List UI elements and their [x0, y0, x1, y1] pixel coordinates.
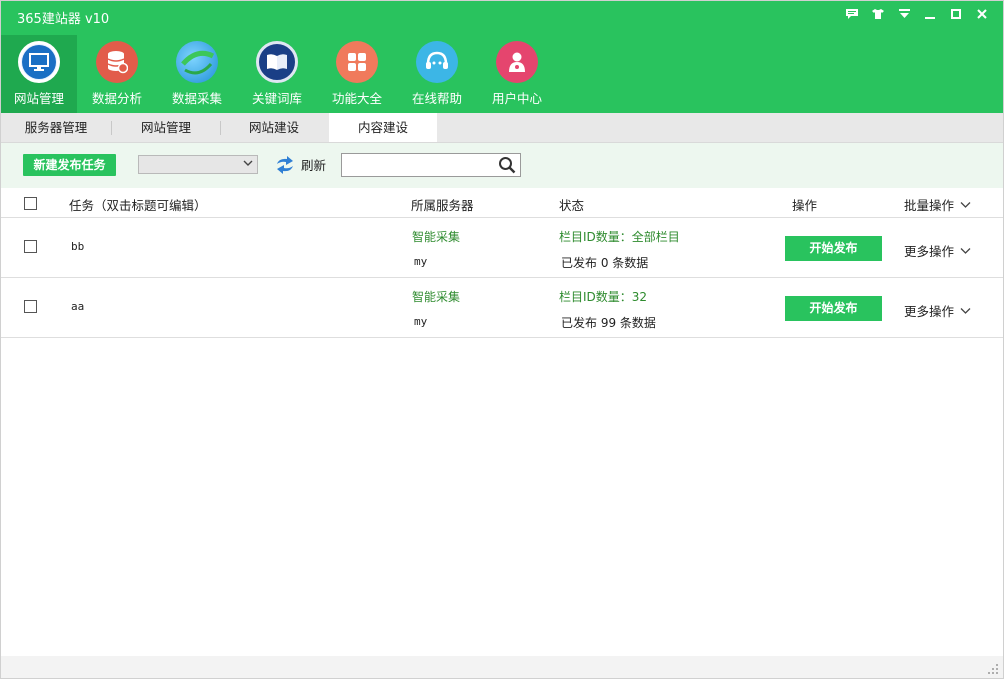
- grid-icon: [336, 41, 378, 83]
- table-row: aa 智能采集 my 栏目ID数量：32 已发布 99 条数据 开始发布 更多操…: [1, 278, 1003, 338]
- server-type: 智能采集: [412, 290, 461, 304]
- chevron-down-icon: [960, 201, 971, 208]
- monitor-icon: [18, 41, 60, 83]
- resize-grip-icon[interactable]: [987, 663, 999, 675]
- nav-label: 数据分析: [91, 91, 142, 106]
- sub-tabs: 服务器管理 网站管理 网站建设 内容建设: [1, 113, 1003, 143]
- refresh-button[interactable]: 刷新: [275, 155, 326, 174]
- app-title: 365建站器 v10: [17, 12, 110, 27]
- feedback-icon[interactable]: [839, 5, 865, 23]
- nav-label: 数据采集: [171, 91, 222, 106]
- start-publish-button[interactable]: 开始发布: [785, 236, 882, 261]
- chevron-down-icon: [960, 307, 971, 314]
- column-header-server: 所属服务器: [411, 198, 474, 213]
- tab-content-building[interactable]: 内容建设: [329, 113, 437, 142]
- status-bar: [1, 656, 1003, 678]
- batch-operation-label: 批量操作: [904, 198, 955, 213]
- maximize-icon[interactable]: [943, 5, 969, 23]
- globe-icon: [176, 41, 218, 83]
- database-icon: [96, 41, 138, 83]
- more-operations-label: 更多操作: [904, 244, 955, 259]
- column-header-status: 状态: [559, 198, 585, 213]
- more-operations-dropdown[interactable]: 更多操作: [904, 241, 971, 260]
- server-name: my: [414, 255, 428, 268]
- task-title[interactable]: aa: [71, 300, 84, 313]
- nav-item-user-center[interactable]: 用户中心: [477, 35, 557, 113]
- refresh-icon: [277, 155, 293, 174]
- search-icon[interactable]: [498, 156, 516, 177]
- status-published-count: 已发布 99 条数据: [561, 316, 656, 330]
- server-type: 智能采集: [412, 230, 461, 244]
- window-controls: [839, 5, 995, 23]
- nav-item-features[interactable]: 功能大全: [317, 35, 397, 113]
- nav-item-site-management[interactable]: 网站管理: [1, 35, 77, 113]
- nav-item-data-collection[interactable]: 数据采集: [157, 35, 237, 113]
- tab-server-management[interactable]: 服务器管理: [1, 113, 111, 143]
- select-all-checkbox[interactable]: [24, 197, 37, 210]
- skin-icon[interactable]: [865, 5, 891, 23]
- nav-item-online-help[interactable]: 在线帮助: [397, 35, 477, 113]
- close-icon[interactable]: [969, 5, 995, 23]
- status-column-count: 栏目ID数量：全部栏目: [559, 230, 680, 244]
- menu-icon[interactable]: [891, 5, 917, 23]
- toolbar: 新建发布任务 刷新: [1, 143, 1003, 188]
- header-bar: 365建站器 v10 网站管理 数据分析 数据采集 关键词库 功能大全 在线帮助…: [1, 1, 1003, 113]
- search-input[interactable]: [341, 153, 521, 177]
- server-name: my: [414, 315, 428, 328]
- nav-label: 关键词库: [251, 91, 302, 106]
- minimize-icon[interactable]: [917, 5, 943, 23]
- task-title[interactable]: bb: [71, 240, 84, 253]
- status-published-count: 已发布 0 条数据: [561, 256, 649, 270]
- nav-label: 功能大全: [331, 91, 382, 106]
- site-select[interactable]: [138, 155, 258, 174]
- chevron-down-icon: [960, 247, 971, 254]
- main-nav: 网站管理 数据分析 数据采集 关键词库 功能大全 在线帮助 用户中心: [1, 35, 557, 113]
- batch-operation-dropdown[interactable]: 批量操作: [904, 195, 971, 214]
- more-operations-dropdown[interactable]: 更多操作: [904, 301, 971, 320]
- table-row: bb 智能采集 my 栏目ID数量：全部栏目 已发布 0 条数据 开始发布 更多…: [1, 218, 1003, 278]
- status-column-count: 栏目ID数量：32: [559, 290, 648, 304]
- nav-item-keyword-library[interactable]: 关键词库: [237, 35, 317, 113]
- column-header-task: 任务（双击标题可编辑）: [69, 198, 207, 213]
- row-checkbox[interactable]: [24, 240, 37, 253]
- table-header: 任务（双击标题可编辑） 所属服务器 状态 操作 批量操作: [1, 188, 1003, 218]
- chevron-down-icon: [243, 158, 253, 171]
- app-window: 365建站器 v10 网站管理 数据分析 数据采集 关键词库 功能大全 在线帮助…: [0, 0, 1004, 679]
- headset-icon: [416, 41, 458, 83]
- row-checkbox[interactable]: [24, 300, 37, 313]
- column-header-action: 操作: [792, 198, 818, 213]
- nav-item-data-analysis[interactable]: 数据分析: [77, 35, 157, 113]
- book-icon: [256, 41, 298, 83]
- new-publish-task-button[interactable]: 新建发布任务: [23, 154, 116, 176]
- nav-label: 用户中心: [491, 91, 542, 106]
- nav-label: 在线帮助: [411, 91, 462, 106]
- more-operations-label: 更多操作: [904, 304, 955, 319]
- start-publish-button[interactable]: 开始发布: [785, 296, 882, 321]
- tab-site-building[interactable]: 网站建设: [221, 113, 327, 143]
- tab-site-management[interactable]: 网站管理: [112, 113, 220, 143]
- user-icon: [496, 41, 538, 83]
- nav-label: 网站管理: [13, 91, 64, 106]
- refresh-label: 刷新: [301, 158, 327, 173]
